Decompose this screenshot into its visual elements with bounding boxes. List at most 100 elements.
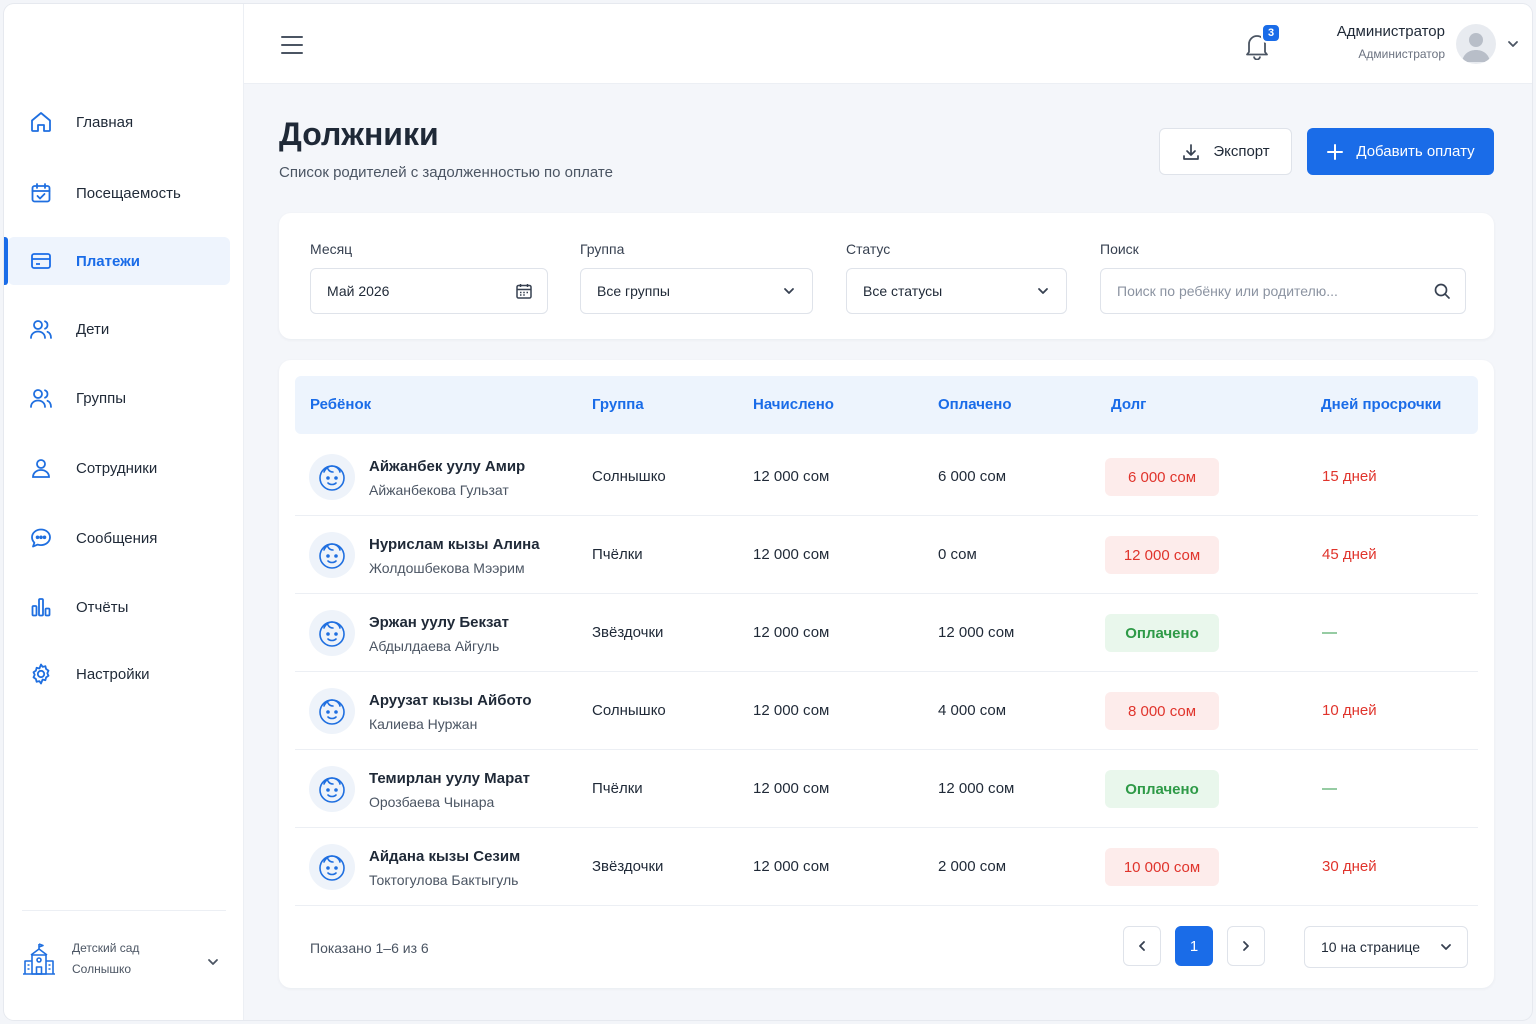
column-header-charged[interactable]: Начислено [753, 396, 834, 413]
kindergarten-building-icon [22, 942, 56, 976]
users-icon [28, 316, 54, 342]
kindergarten-switcher[interactable]: Детский сад Солнышко [22, 910, 226, 984]
month-picker[interactable]: Май 2026 [310, 268, 548, 314]
status-select[interactable]: Все статусы [846, 268, 1067, 314]
sidebar-item-payments[interactable]: Платежи [4, 237, 230, 285]
overdue-days-cell: 10 дней [1322, 702, 1377, 719]
search-icon[interactable] [1433, 282, 1451, 300]
add-payment-button[interactable]: Добавить оплату [1307, 128, 1494, 175]
child-avatar-icon [309, 688, 355, 734]
prev-page-button[interactable] [1123, 926, 1161, 966]
sidebar-item-label: Сотрудники [76, 459, 158, 477]
child-name[interactable]: Нурислам кызы Алина [369, 536, 540, 553]
charged-cell: 12 000 сом [753, 780, 830, 797]
table-header: Ребёнок Группа Начислено Оплачено Долг Д… [295, 376, 1478, 434]
group-cell: Пчёлки [592, 780, 643, 797]
child-name[interactable]: Айжанбек уулу Амир [369, 458, 525, 475]
chevron-down-icon [1439, 940, 1453, 954]
child-name[interactable]: Темирлан уулу Марат [369, 770, 530, 787]
group-value: Все группы [597, 283, 670, 299]
chevron-down-icon[interactable] [1506, 37, 1520, 51]
column-header-debt[interactable]: Долг [1111, 396, 1146, 413]
sidebar-item-settings[interactable]: Настройки [8, 650, 230, 698]
debt-badge: Оплачено [1105, 614, 1219, 652]
plus-icon [1327, 143, 1344, 160]
topbar: 3 Администратор Администратор [244, 4, 1532, 84]
sidebar-item-home[interactable]: Главная [8, 98, 230, 146]
sidebar-item-label: Платежи [76, 252, 140, 270]
paid-cell: 4 000 сом [938, 702, 1007, 719]
sidebar: Главная Посещаемость Платежи Дети Группы… [4, 4, 244, 1020]
sidebar-item-staff[interactable]: Сотрудники [8, 444, 230, 492]
group-select[interactable]: Все группы [580, 268, 813, 314]
parent-name: Абдылдаева Айгуль [369, 638, 500, 654]
child-name[interactable]: Аруузат кызы Айбото [369, 692, 532, 709]
menu-icon[interactable] [280, 34, 304, 56]
debtors-table: Ребёнок Группа Начислено Оплачено Долг Д… [279, 360, 1494, 988]
sidebar-item-reports[interactable]: Отчёты [8, 583, 230, 631]
search-box [1100, 268, 1466, 314]
parent-name: Жолдошбекова Мээрим [369, 560, 525, 576]
filters-card: Месяц Май 2026 Группа Все группы Статус … [279, 213, 1494, 339]
export-button[interactable]: Экспорт [1159, 128, 1292, 175]
chevron-down-icon[interactable] [206, 955, 220, 969]
pagination-summary: Показано 1–6 из 6 [310, 940, 429, 956]
avatar[interactable] [1456, 24, 1496, 64]
credit-card-icon [28, 248, 54, 274]
column-header-paid[interactable]: Оплачено [938, 396, 1012, 413]
overdue-days-cell: 30 дней [1322, 858, 1377, 875]
table-row[interactable]: Айдана кызы Сезим Токтогулова Бактыгуль Зв… [295, 828, 1478, 906]
paid-cell: 0 сом [938, 546, 977, 563]
page-1-button[interactable]: 1 [1175, 926, 1213, 966]
export-label: Экспорт [1213, 143, 1270, 160]
search-label: Поиск [1100, 241, 1139, 257]
chat-icon [28, 525, 54, 551]
paid-cell: 12 000 сом [938, 780, 1015, 797]
search-input[interactable] [1117, 283, 1417, 299]
add-payment-label: Добавить оплату [1356, 143, 1475, 160]
debt-badge: 8 000 сом [1105, 692, 1219, 730]
next-page-button[interactable] [1227, 926, 1265, 966]
kindergarten-title: Солнышко [72, 961, 132, 976]
child-name[interactable]: Айдана кызы Сезим [369, 848, 520, 865]
column-header-group[interactable]: Группа [592, 396, 644, 413]
group-cell: Звёздочки [592, 624, 664, 641]
group-label: Группа [580, 241, 625, 257]
parent-name: Айжанбекова Гульзат [369, 482, 509, 498]
table-row[interactable]: Эржан уулу Бекзат Абдылдаева Айгуль Звёздо… [295, 594, 1478, 672]
chevron-down-icon [1034, 282, 1052, 300]
group-cell: Солнышко [592, 702, 666, 719]
per-page-select[interactable]: 10 на странице [1304, 926, 1468, 968]
table-row[interactable]: Аруузат кызы Айбото Калиева Нуржан Солнышк… [295, 672, 1478, 750]
status-value: Все статусы [863, 283, 943, 299]
debt-badge: 10 000 сом [1105, 848, 1219, 886]
month-label: Месяц [310, 241, 353, 257]
per-page-value: 10 на странице [1321, 939, 1421, 955]
bar-chart-icon [28, 594, 54, 620]
group-cell: Солнышко [592, 468, 666, 485]
sidebar-item-label: Настройки [76, 665, 150, 683]
column-header-child[interactable]: Ребёнок [310, 396, 371, 413]
chevron-down-icon [780, 282, 798, 300]
calendar-icon [515, 282, 533, 300]
child-name[interactable]: Эржан уулу Бекзат [369, 614, 509, 631]
child-avatar-icon [309, 766, 355, 812]
sidebar-item-label: Группы [76, 389, 126, 407]
calendar-check-icon [28, 180, 54, 206]
parent-name: Калиева Нуржан [369, 716, 478, 732]
sidebar-item-messages[interactable]: Сообщения [8, 514, 230, 562]
sidebar-item-groups[interactable]: Группы [8, 374, 230, 422]
table-row[interactable]: Нурислам кызы Алина Жолдошбекова Мээрим Пч… [295, 516, 1478, 594]
charged-cell: 12 000 сом [753, 624, 830, 641]
charged-cell: 12 000 сом [753, 468, 830, 485]
kindergarten-type: Детский сад [72, 940, 140, 955]
column-header-overdue-days[interactable]: Дней просрочки [1321, 396, 1441, 413]
sidebar-item-label: Главная [76, 113, 134, 131]
sidebar-item-children[interactable]: Дети [8, 305, 230, 353]
debt-badge: 12 000 сом [1105, 536, 1219, 574]
table-row[interactable]: Темирлан уулу Марат Орозбаева Чынара Пчёлк… [295, 750, 1478, 828]
sidebar-item-label: Отчёты [76, 598, 129, 616]
sidebar-item-attendance[interactable]: Посещаемость [8, 169, 230, 217]
overdue-days-cell: — [1322, 624, 1337, 641]
table-row[interactable]: Айжанбек уулу Амир Айжанбекова Гульзат Сол… [295, 438, 1478, 516]
